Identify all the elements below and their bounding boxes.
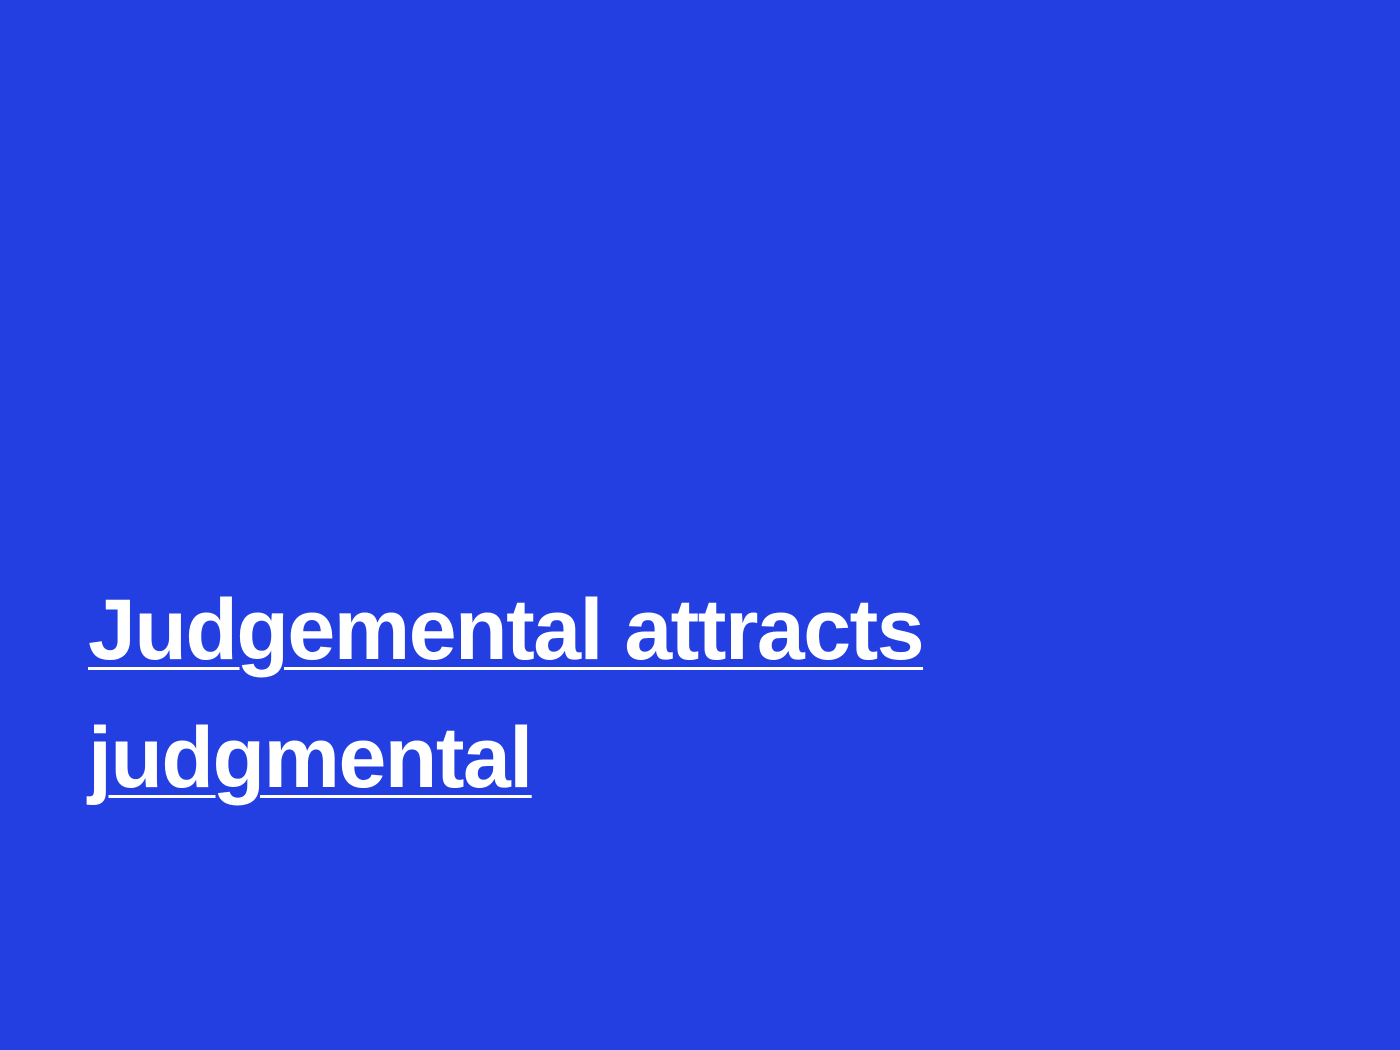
- headline: Judgemental attracts judgmental: [88, 566, 1288, 822]
- headline-link-line2[interactable]: judgmental: [88, 710, 533, 806]
- headline-link-line1[interactable]: Judgemental attracts: [88, 582, 925, 678]
